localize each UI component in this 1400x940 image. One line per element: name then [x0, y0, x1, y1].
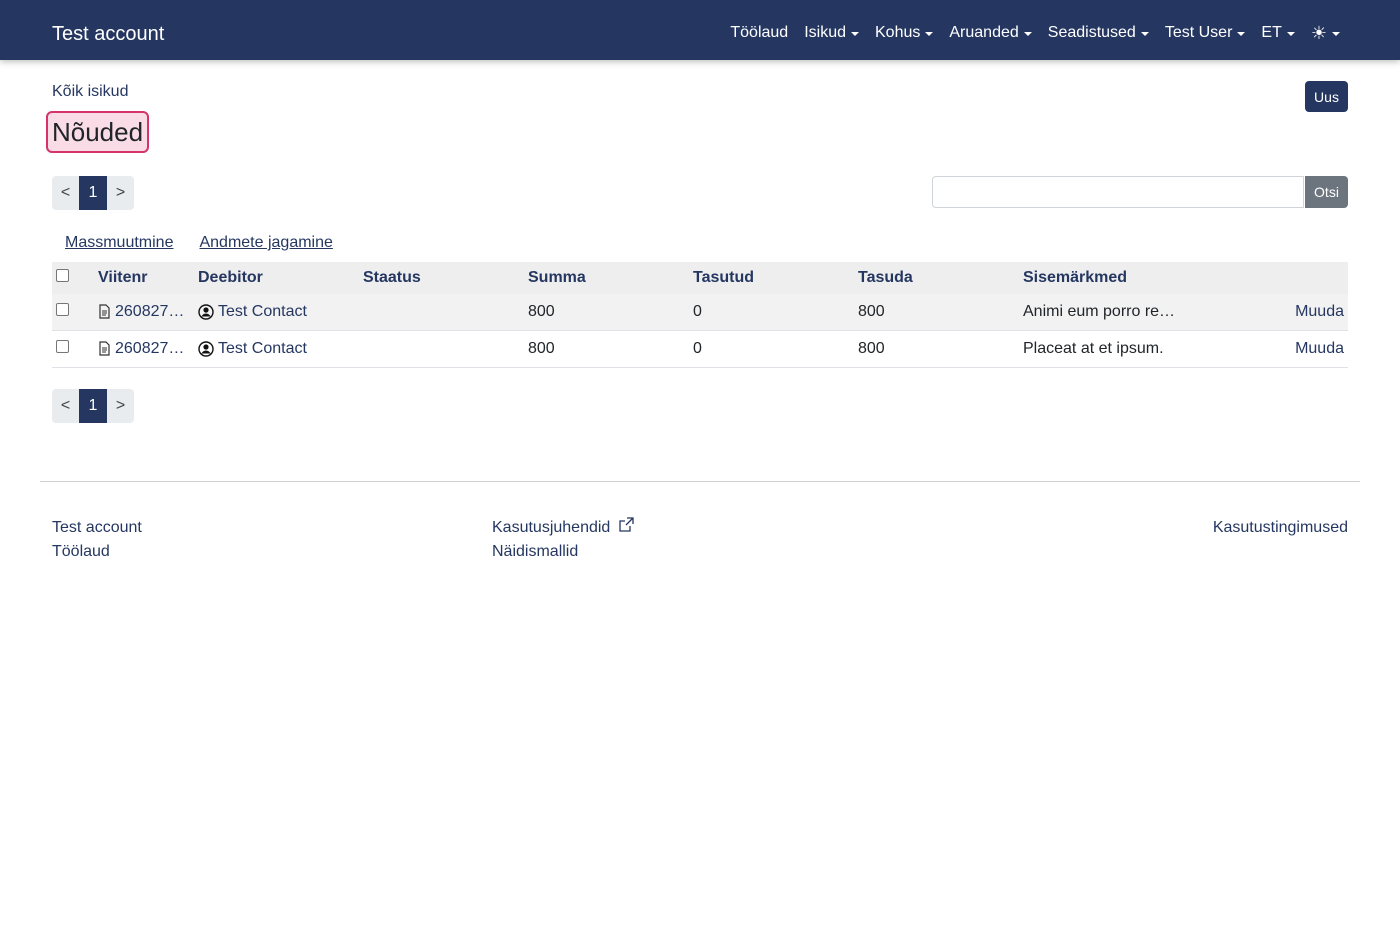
due-cell: 800	[858, 330, 1023, 368]
footer-link-dashboard[interactable]: Töölaud	[52, 540, 142, 564]
due-cell: 800	[858, 294, 1023, 331]
nav-item-kohus[interactable]: Kohus	[875, 24, 934, 42]
column-header-tasuda[interactable]: Tasuda	[858, 262, 1023, 294]
sum-cell: 800	[528, 294, 693, 331]
breadcrumb-all-persons[interactable]: Kõik isikud	[52, 83, 128, 101]
caret-down-icon	[1023, 31, 1032, 36]
paid-cell: 0	[693, 330, 858, 368]
pagination-top: < 1 >	[52, 176, 134, 210]
document-icon	[99, 304, 110, 319]
footer-link-manuals[interactable]: Kasutusjuhendid	[492, 516, 635, 540]
caret-down-icon	[1286, 31, 1295, 36]
edit-link[interactable]: Muuda	[1203, 330, 1348, 368]
notes-cell: Animi eum porro re…	[1023, 294, 1203, 331]
pagination-prev[interactable]: <	[52, 389, 79, 423]
column-header-viitenr[interactable]: Viitenr	[98, 262, 198, 294]
nav-item-language[interactable]: ET	[1261, 24, 1295, 42]
search-input[interactable]	[932, 176, 1304, 208]
search-button[interactable]: Otsi	[1305, 176, 1348, 208]
nav-item-aruanded[interactable]: Aruanded	[949, 24, 1032, 42]
row-checkbox[interactable]	[56, 303, 69, 316]
theme-toggle[interactable]: ☀	[1310, 23, 1340, 43]
page-title: Nõuded	[46, 111, 149, 153]
new-button[interactable]: Uus	[1305, 81, 1348, 112]
pagination-next[interactable]: >	[107, 176, 134, 210]
nav-item-seadistused[interactable]: Seadistused	[1048, 24, 1149, 42]
table-header-row: Viitenr Deebitor Staatus Summa Tasutud T…	[52, 262, 1348, 294]
nav-item-isikud[interactable]: Isikud	[804, 24, 859, 42]
footer-column-2: Kasutusjuhendid Näidismallid	[492, 516, 635, 564]
status-cell	[363, 330, 528, 368]
footer-column-3: Kasutustingimused	[1213, 516, 1348, 540]
external-link-icon	[619, 517, 634, 532]
caret-down-icon	[925, 31, 934, 36]
share-data-link[interactable]: Andmete jagamine	[199, 234, 332, 252]
edit-link[interactable]: Muuda	[1203, 294, 1348, 331]
footer-link-account[interactable]: Test account	[52, 516, 142, 540]
pagination-page[interactable]: 1	[79, 389, 107, 423]
footer-column-1: Test account Töölaud	[52, 516, 142, 564]
row-checkbox[interactable]	[56, 340, 69, 353]
paid-cell: 0	[693, 294, 858, 331]
person-circle-icon	[198, 304, 214, 320]
nav-item-toolaud[interactable]: Töölaud	[730, 24, 788, 42]
footer-link-templates[interactable]: Näidismallid	[492, 540, 635, 564]
mass-edit-link[interactable]: Massmuutmine	[65, 234, 173, 252]
column-header-deebitor[interactable]: Deebitor	[198, 262, 363, 294]
table-row: 260827… Test Contact 800 0 800 Placeat a…	[52, 330, 1348, 368]
caret-down-icon	[1237, 31, 1246, 36]
nav-item-user[interactable]: Test User	[1165, 24, 1246, 42]
pagination-prev[interactable]: <	[52, 176, 79, 210]
nav-menu: Töölaud Isikud Kohus Aruanded Seadistuse…	[730, 24, 1340, 42]
select-all-checkbox[interactable]	[56, 269, 69, 282]
bulk-actions: Massmuutmine Andmete jagamine	[65, 234, 333, 252]
table-row: 260827… Test Contact 800 0 800 Animi eum…	[52, 294, 1348, 331]
caret-down-icon	[1140, 31, 1149, 36]
caret-down-icon	[1332, 31, 1340, 36]
top-navbar: Test account Töölaud Isikud Kohus Aruand…	[0, 0, 1400, 60]
document-icon	[99, 341, 110, 356]
brand-link[interactable]: Test account	[52, 21, 164, 47]
person-circle-icon	[198, 341, 214, 357]
status-cell	[363, 294, 528, 331]
footer-divider	[40, 481, 1360, 482]
column-header-staatus[interactable]: Staatus	[363, 262, 528, 294]
claims-table: Viitenr Deebitor Staatus Summa Tasutud T…	[52, 262, 1348, 368]
column-header-summa[interactable]: Summa	[528, 262, 693, 294]
reference-link[interactable]: 260827…	[98, 294, 198, 331]
reference-link[interactable]: 260827…	[98, 330, 198, 368]
notes-cell: Placeat at et ipsum.	[1023, 330, 1203, 368]
column-header-sisemarkmed[interactable]: Sisemärkmed	[1023, 262, 1203, 294]
sum-cell: 800	[528, 330, 693, 368]
pagination-bottom: < 1 >	[52, 389, 134, 423]
pagination-next[interactable]: >	[107, 389, 134, 423]
column-header-tasutud[interactable]: Tasutud	[693, 262, 858, 294]
debtor-link[interactable]: Test Contact	[198, 330, 363, 368]
caret-down-icon	[851, 31, 859, 36]
pagination-page[interactable]: 1	[79, 176, 107, 210]
debtor-link[interactable]: Test Contact	[198, 294, 363, 331]
footer-link-terms[interactable]: Kasutustingimused	[1213, 516, 1348, 540]
sun-icon: ☀	[1310, 23, 1327, 43]
